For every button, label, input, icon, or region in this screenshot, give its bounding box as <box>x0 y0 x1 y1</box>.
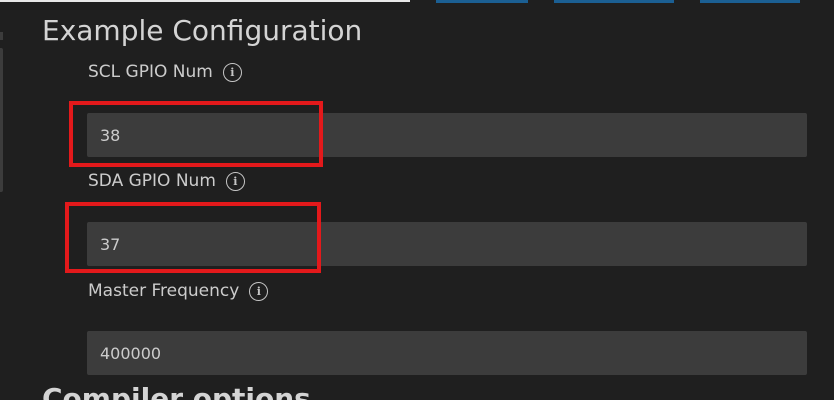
scl-gpio-input[interactable]: 38 <box>87 113 807 157</box>
top-button-2[interactable] <box>554 0 674 3</box>
top-button-1[interactable] <box>436 0 528 3</box>
master-frequency-input[interactable]: 400000 <box>87 331 807 375</box>
scrollbar-fragment <box>0 32 3 40</box>
top-button-3[interactable] <box>700 0 800 3</box>
info-icon[interactable]: i <box>222 62 242 82</box>
scl-gpio-label-row: SCL GPIO Num i <box>88 62 242 82</box>
sda-gpio-input[interactable]: 37 <box>87 222 807 266</box>
next-section-title: Compiler options <box>42 382 311 400</box>
scl-gpio-value: 38 <box>100 125 121 145</box>
scl-gpio-label: SCL GPIO Num <box>88 62 213 82</box>
master-frequency-value: 400000 <box>100 343 162 363</box>
left-scrollbar[interactable] <box>0 48 3 192</box>
info-icon[interactable]: i <box>249 281 269 301</box>
sda-gpio-value: 37 <box>100 234 121 254</box>
master-frequency-label: Master Frequency <box>88 281 240 301</box>
section-title: Example Configuration <box>42 14 363 47</box>
sda-gpio-label-row: SDA GPIO Num i <box>88 171 245 191</box>
settings-editor: Example Configuration SCL GPIO Num i 38 … <box>0 0 834 400</box>
master-frequency-label-row: Master Frequency i <box>88 281 269 301</box>
info-icon[interactable]: i <box>225 171 245 191</box>
sda-gpio-label: SDA GPIO Num <box>88 171 216 191</box>
top-divider <box>0 0 410 2</box>
